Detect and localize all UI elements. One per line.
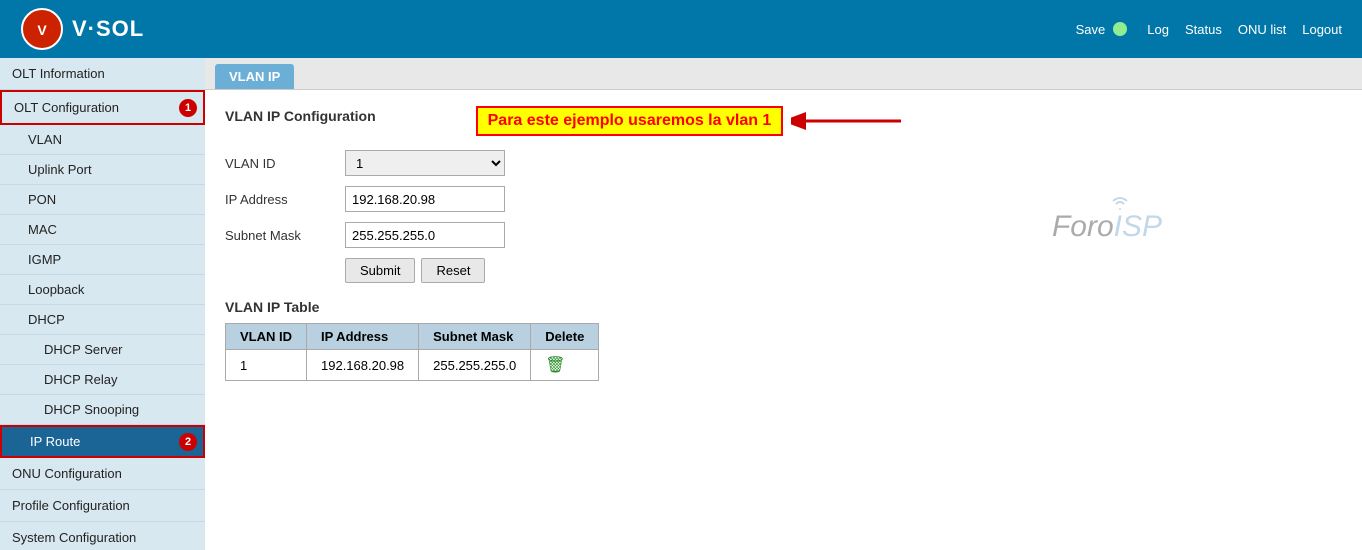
sidebar-item-onu-configuration[interactable]: ONU Configuration bbox=[0, 458, 205, 490]
tab-bar: VLAN IP bbox=[205, 58, 1362, 90]
red-arrow-icon bbox=[791, 106, 911, 136]
svg-text:V: V bbox=[37, 22, 47, 38]
olt-config-badge: 1 bbox=[179, 99, 197, 117]
save-label[interactable]: Save bbox=[1076, 22, 1106, 37]
sidebar-item-uplink-port[interactable]: Uplink Port bbox=[0, 155, 205, 185]
sidebar-item-igmp[interactable]: IGMP bbox=[0, 245, 205, 275]
col-ip-address: IP Address bbox=[307, 324, 419, 350]
sidebar-item-pon[interactable]: PON bbox=[0, 185, 205, 215]
sidebar-item-olt-information[interactable]: OLT Information bbox=[0, 58, 205, 90]
vlan-id-select[interactable]: 1 bbox=[345, 150, 505, 176]
sidebar-item-ip-route[interactable]: IP Route 2 bbox=[0, 425, 205, 458]
cell-vlan-id: 1 bbox=[226, 350, 307, 381]
col-vlan-id: VLAN ID bbox=[226, 324, 307, 350]
form-buttons-row: Submit Reset bbox=[225, 258, 1342, 283]
sidebar-item-olt-configuration[interactable]: OLT Configuration 1 bbox=[0, 90, 205, 125]
vlan-id-label: VLAN ID bbox=[225, 156, 345, 171]
sidebar-item-mac[interactable]: MAC bbox=[0, 215, 205, 245]
sidebar-item-profile-configuration[interactable]: Profile Configuration bbox=[0, 490, 205, 522]
top-row: VLAN IP Configuration Para este ejemplo … bbox=[225, 106, 1342, 136]
ip-address-label: IP Address bbox=[225, 192, 345, 207]
sidebar-item-vlan[interactable]: VLAN bbox=[0, 125, 205, 155]
submit-button[interactable]: Submit bbox=[345, 258, 415, 283]
sidebar-item-dhcp-server[interactable]: DHCP Server bbox=[0, 335, 205, 365]
table-row: 1 192.168.20.98 255.255.255.0 🗑 bbox=[226, 350, 599, 381]
table-section-title: VLAN IP Table bbox=[225, 299, 1342, 315]
vlan-ip-tab[interactable]: VLAN IP bbox=[215, 64, 294, 89]
vlan-ip-table: VLAN ID IP Address Subnet Mask Delete 1 … bbox=[225, 323, 599, 381]
reset-button[interactable]: Reset bbox=[421, 258, 485, 283]
content-area: VLAN IP VLAN IP Configuration Para este … bbox=[205, 58, 1362, 550]
header-right: Save Log Status ONU list Logout bbox=[1076, 22, 1342, 37]
delete-row-button[interactable]: 🗑 bbox=[545, 355, 565, 375]
subnet-mask-label: Subnet Mask bbox=[225, 228, 345, 243]
section-title: VLAN IP Configuration bbox=[225, 108, 376, 124]
vlan-id-row: VLAN ID 1 bbox=[225, 150, 1342, 176]
subnet-mask-row: Subnet Mask bbox=[225, 222, 1342, 248]
onu-list-link[interactable]: ONU list bbox=[1238, 22, 1286, 37]
ip-address-row: IP Address bbox=[225, 186, 1342, 212]
logo-text: V·SOL bbox=[72, 16, 144, 42]
status-indicator bbox=[1113, 22, 1127, 36]
annotation-area: Para este ejemplo usaremos la vlan 1 bbox=[476, 106, 912, 136]
sidebar-item-dhcp[interactable]: DHCP bbox=[0, 305, 205, 335]
annotation-text: Para este ejemplo usaremos la vlan 1 bbox=[476, 106, 784, 136]
subnet-mask-input[interactable] bbox=[345, 222, 505, 248]
header-save-area: Save bbox=[1076, 22, 1128, 37]
main-layout: OLT Information OLT Configuration 1 VLAN… bbox=[0, 58, 1362, 550]
ip-route-badge: 2 bbox=[179, 433, 197, 451]
foro-isp-watermark: Foro ISP bbox=[1052, 210, 1162, 244]
header-links: Log Status ONU list Logout bbox=[1147, 22, 1342, 37]
header: V V·SOL Save Log Status ONU list Logout bbox=[0, 0, 1362, 58]
cell-subnet-mask: 255.255.255.0 bbox=[419, 350, 531, 381]
cell-ip-address: 192.168.20.98 bbox=[307, 350, 419, 381]
col-subnet-mask: Subnet Mask bbox=[419, 324, 531, 350]
sidebar: OLT Information OLT Configuration 1 VLAN… bbox=[0, 58, 205, 550]
foro-text: Foro bbox=[1052, 210, 1114, 244]
col-delete: Delete bbox=[531, 324, 599, 350]
sidebar-item-system-configuration[interactable]: System Configuration bbox=[0, 522, 205, 550]
log-link[interactable]: Log bbox=[1147, 22, 1169, 37]
wifi-icon bbox=[1108, 194, 1132, 212]
sidebar-item-dhcp-snooping[interactable]: DHCP Snooping bbox=[0, 395, 205, 425]
sidebar-item-dhcp-relay[interactable]: DHCP Relay bbox=[0, 365, 205, 395]
isp-text: ISP bbox=[1114, 210, 1162, 244]
logout-link[interactable]: Logout bbox=[1302, 22, 1342, 37]
ip-address-input[interactable] bbox=[345, 186, 505, 212]
logo-area: V V·SOL bbox=[20, 7, 144, 51]
status-link[interactable]: Status bbox=[1185, 22, 1222, 37]
content-body: VLAN IP Configuration Para este ejemplo … bbox=[205, 90, 1362, 397]
vsol-logo-icon: V bbox=[20, 7, 64, 51]
cell-delete: 🗑 bbox=[531, 350, 599, 381]
sidebar-item-loopback[interactable]: Loopback bbox=[0, 275, 205, 305]
